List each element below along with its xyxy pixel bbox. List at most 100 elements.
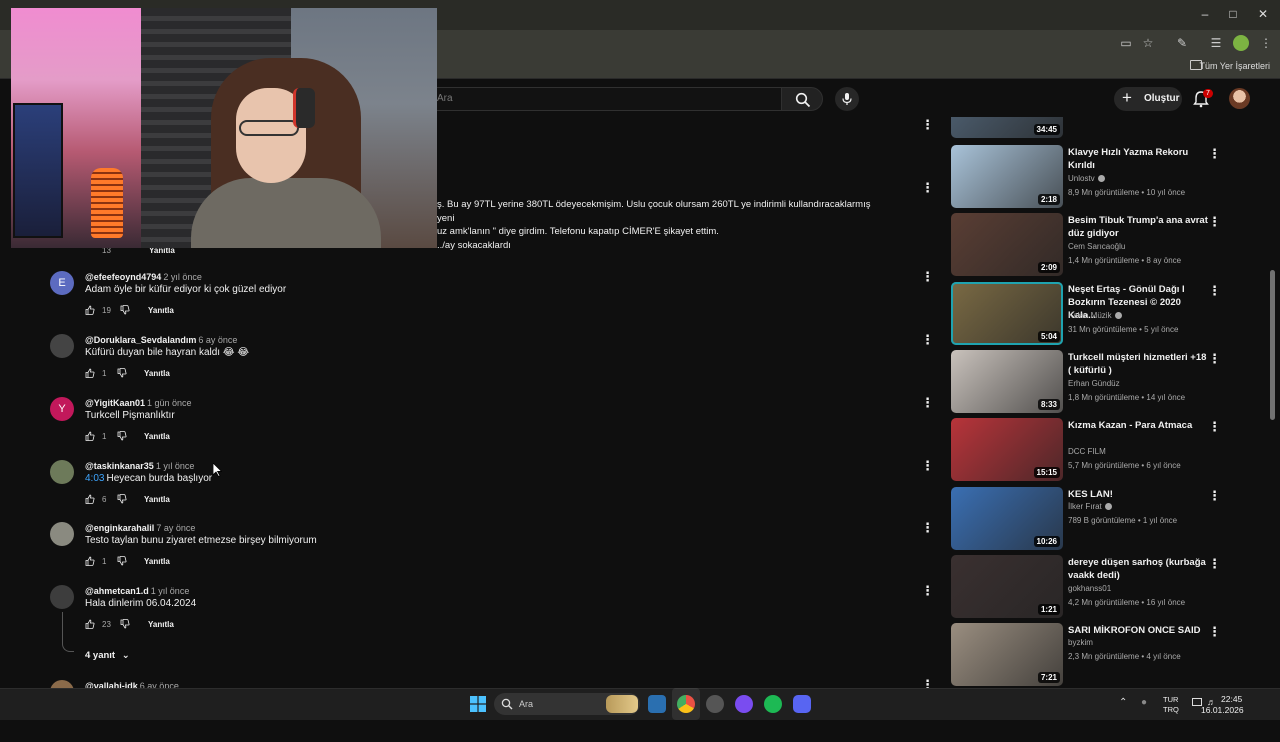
tray-chevron-icon[interactable]: ⌃	[1119, 697, 1127, 708]
video-title[interactable]: Besim Tibuk Trump'a ana avrat düz gidiyo…	[1068, 214, 1208, 240]
comment-author[interactable]: @ahmetcan1.d 1 yıl önce	[85, 586, 189, 596]
keyboard-layout[interactable]: TRQ	[1163, 705, 1179, 714]
comment-avatar[interactable]	[50, 585, 74, 609]
reply-button[interactable]: Yanıtla	[144, 557, 170, 566]
comment-menu-icon[interactable]: ⋮	[921, 333, 934, 347]
related-video[interactable]: 8:33 Turkcell müşteri hizmetleri +18 ( kü…	[951, 350, 1221, 414]
app-icon[interactable]	[735, 695, 753, 713]
profile-icon[interactable]	[1233, 35, 1249, 51]
spotify-icon[interactable]	[764, 695, 782, 713]
install-app-icon[interactable]: ▭	[1118, 35, 1134, 51]
related-video[interactable]: 5:04 Neşet Ertaş - Gönül Dağı I Bozkırın …	[951, 282, 1221, 346]
video-thumbnail[interactable]: 10:26	[951, 487, 1063, 550]
comment-menu-icon[interactable]: ⋮	[921, 459, 934, 473]
video-title[interactable]: KES LAN!	[1068, 488, 1208, 501]
video-channel[interactable]: byzkim	[1068, 638, 1093, 647]
comment-menu-icon[interactable]: ⋮	[921, 118, 934, 132]
like-icon[interactable]	[85, 556, 95, 566]
windows-start-icon[interactable]	[470, 696, 486, 712]
channel-name[interactable]: Kalan Müzik	[1068, 311, 1112, 320]
comment-author[interactable]: @taskinkanar35 1 yıl önce	[85, 461, 194, 471]
author-name[interactable]: @efeefeoynd4794	[85, 272, 161, 282]
restore-icon[interactable]: □	[1224, 6, 1242, 22]
comment-menu-icon[interactable]: ⋮	[921, 584, 934, 598]
app-icon[interactable]	[648, 695, 666, 713]
channel-name[interactable]: Cem Sarıcaoğlu	[1068, 242, 1125, 251]
media-control-icon[interactable]: ☰	[1208, 35, 1224, 51]
comment-author[interactable]: @Doruklara_Sevdalandım 6 ay önce	[85, 335, 237, 345]
comment-time[interactable]: 1 yıl önce	[156, 461, 195, 471]
related-video[interactable]: 1:21 dereye düşen sarhoş (kurbağa vaakk d…	[951, 555, 1221, 619]
video-channel[interactable]: gokhanss01	[1068, 584, 1111, 593]
like-icon[interactable]	[85, 305, 95, 315]
input-language[interactable]: TUR	[1163, 695, 1178, 704]
like-icon[interactable]	[85, 619, 95, 629]
video-title[interactable]: Turkcell müşteri hizmetleri +18 ( küfürl…	[1068, 351, 1208, 377]
related-video[interactable]: 2:18 Klavye Hızlı Yazma Rekoru Kırıldı Unl…	[951, 145, 1221, 209]
comment-time[interactable]: 1 gün önce	[147, 398, 192, 408]
related-video[interactable]: 34:45	[951, 117, 1221, 138]
extensions-icon[interactable]: ✎	[1174, 35, 1190, 51]
comment-avatar[interactable]	[50, 460, 74, 484]
video-menu-icon[interactable]: ⋮	[1208, 352, 1221, 366]
voice-search-button[interactable]	[835, 87, 859, 111]
comment-menu-icon[interactable]: ⋮	[921, 181, 934, 195]
comment-avatar[interactable]	[50, 522, 74, 546]
video-channel[interactable]: Kalan Müzik	[1068, 311, 1122, 320]
video-menu-icon[interactable]: ⋮	[1208, 284, 1221, 298]
dislike-icon[interactable]	[117, 494, 127, 504]
dislike-icon[interactable]	[117, 368, 127, 378]
video-menu-icon[interactable]: ⋮	[1208, 625, 1221, 639]
reply-button[interactable]: Yanıtla	[148, 306, 174, 315]
author-name[interactable]: @Doruklara_Sevdalandım	[85, 335, 196, 345]
channel-name[interactable]: Unlostv	[1068, 174, 1095, 183]
comment-time[interactable]: 6 ay önce	[198, 335, 237, 345]
related-video[interactable]: 10:26 KES LAN! İlker Fırat 789 B görüntülem…	[951, 487, 1221, 551]
browser-menu-icon[interactable]: ⋮	[1258, 35, 1274, 51]
video-channel[interactable]: Erhan Gündüz	[1068, 379, 1120, 388]
dislike-icon[interactable]	[120, 305, 130, 315]
author-name[interactable]: @taskinkanar35	[85, 461, 154, 471]
comment-author[interactable]: @efeefeoynd4794 2 yıl önce	[85, 272, 202, 282]
video-thumbnail[interactable]: 2:09	[951, 213, 1063, 276]
dislike-icon[interactable]	[117, 556, 127, 566]
video-menu-icon[interactable]: ⋮	[1208, 147, 1221, 161]
comment-menu-icon[interactable]: ⋮	[921, 396, 934, 410]
video-menu-icon[interactable]: ⋮	[1208, 557, 1221, 571]
search-input[interactable]	[420, 87, 781, 111]
comment-avatar[interactable]	[50, 334, 74, 358]
reply-button[interactable]: Yanıtla	[144, 495, 170, 504]
video-thumbnail[interactable]: 8:33	[951, 350, 1063, 413]
video-channel[interactable]: İlker Fırat	[1068, 502, 1112, 511]
video-channel[interactable]: Unlostv	[1068, 174, 1105, 183]
like-icon[interactable]	[85, 494, 95, 504]
video-menu-icon[interactable]: ⋮	[1208, 420, 1221, 434]
comment-time[interactable]: 1 yıl önce	[151, 586, 190, 596]
video-thumbnail[interactable]: 34:45	[951, 117, 1063, 138]
reply-button[interactable]: Yanıtla	[144, 369, 170, 378]
timestamp-link[interactable]: 4:03	[85, 473, 104, 484]
reply-button[interactable]: Yanıtla	[148, 620, 174, 629]
video-thumbnail[interactable]: 7:21	[951, 623, 1063, 686]
minimize-icon[interactable]: –	[1196, 6, 1214, 22]
comment-time[interactable]: 2 yıl önce	[163, 272, 202, 282]
app-icon[interactable]	[706, 695, 724, 713]
related-video[interactable]: 15:15 Kızma Kazan - Para Atmaca DCC FILM 5,…	[951, 418, 1221, 482]
author-name[interactable]: @YigitKaan01	[85, 398, 145, 408]
video-title[interactable]: dereye düşen sarhoş (kurbağa vaakk dedi)	[1068, 556, 1208, 582]
comment-menu-icon[interactable]: ⋮	[921, 521, 934, 535]
related-video[interactable]: 2:09 Besim Tibuk Trump'a ana avrat düz gi…	[951, 213, 1221, 277]
account-avatar[interactable]	[1229, 88, 1250, 109]
all-bookmarks-link[interactable]: Tüm Yer İşaretleri	[1199, 61, 1270, 71]
comment-avatar[interactable]: E	[50, 271, 74, 295]
video-thumbnail[interactable]: 2:18	[951, 145, 1063, 208]
author-name[interactable]: @enginkarahalil	[85, 523, 154, 533]
comment-author[interactable]: @enginkarahalil 7 ay önce	[85, 523, 195, 533]
dislike-icon[interactable]	[120, 619, 130, 629]
video-title[interactable]: SARI MİKROFON ONCE SAID	[1068, 624, 1208, 637]
reply-button[interactable]: Yanıtla	[144, 432, 170, 441]
related-video[interactable]: 7:21 SARI MİKROFON ONCE SAID byzkim 2,3 Mn …	[951, 623, 1221, 687]
like-icon[interactable]	[85, 431, 95, 441]
video-title[interactable]: Klavye Hızlı Yazma Rekoru Kırıldı	[1068, 146, 1208, 172]
comment-menu-icon[interactable]: ⋮	[921, 270, 934, 284]
